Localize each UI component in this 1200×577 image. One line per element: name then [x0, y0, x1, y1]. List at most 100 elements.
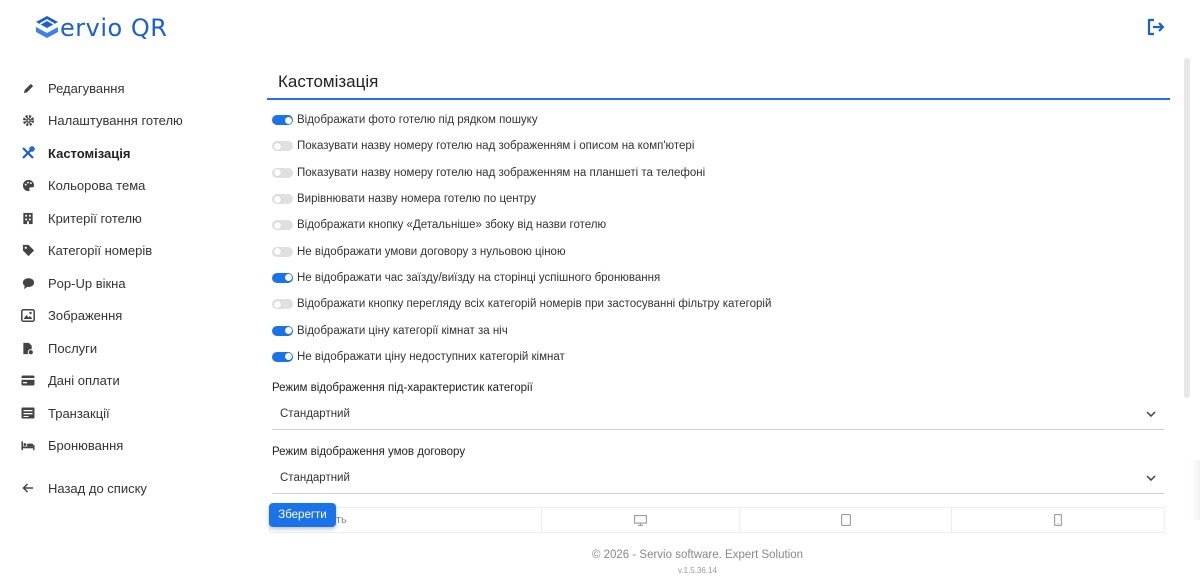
preview-device-bar: ть — [269, 507, 1165, 533]
options-list: Відображати фото готелю під рядком пошук… — [267, 107, 1170, 370]
bed-icon — [21, 439, 35, 453]
sidebar-item-label: Категорії номерів — [48, 243, 153, 259]
save-button[interactable]: Зберегти — [269, 503, 336, 527]
contract-terms-mode-group: Режим відображення умов договору Стандар… — [267, 444, 1170, 494]
select-value: Стандартний — [280, 472, 350, 485]
edge-shadow — [1190, 460, 1200, 520]
toggle-switch[interactable] — [272, 351, 293, 362]
image-icon — [21, 309, 35, 323]
toggle-switch[interactable] — [272, 299, 293, 310]
sidebar-item-label: Кольорова тема — [48, 178, 146, 194]
option-label: Вирівнювати назву номера готелю по центр… — [297, 193, 536, 206]
option-label: Показувати назву номеру готелю над зобра… — [297, 166, 706, 179]
subcharacteristics-mode-group: Режим відображення під-характеристик кат… — [267, 380, 1170, 430]
file-icon — [21, 341, 35, 355]
back-to-list-link[interactable]: Назад до списку — [0, 472, 240, 505]
sidebar-item-bookings[interactable]: Бронювання — [0, 430, 240, 463]
option-label: Відображати ціну категорії кімнат за ніч — [297, 324, 508, 337]
sidebar-item-color-theme[interactable]: Кольорова тема — [0, 170, 240, 203]
preview-tablet-tab[interactable] — [740, 508, 952, 532]
sidebar: Редагування Налаштування готелю Кастоміз… — [0, 72, 240, 505]
sidebar-item-label: Налаштування готелю — [48, 113, 183, 129]
option-label: Не відображати умови договору з нульовою… — [297, 245, 566, 258]
sidebar-item-services[interactable]: Послуги — [0, 332, 240, 365]
tag-icon — [21, 244, 35, 258]
gear-icon — [21, 114, 35, 128]
option-label: Не відображати час заїзду/виїзду на стор… — [297, 271, 661, 284]
sidebar-item-label: Зображення — [48, 308, 123, 324]
page-scrollbar[interactable] — [1184, 58, 1190, 398]
logo-mark-icon — [32, 14, 62, 42]
select-label: Режим відображення під-характеристик кат… — [272, 381, 533, 394]
sidebar-item-label: Редагування — [48, 80, 125, 96]
preview-mobile-tab[interactable] — [952, 508, 1164, 532]
sidebar-item-popup-windows[interactable]: Pop-Up вікна — [0, 267, 240, 300]
select-value: Стандартний — [280, 408, 350, 421]
select-label: Режим відображення умов договору — [272, 445, 466, 458]
main-content: Кастомізація Відображати фото готелю під… — [267, 60, 1170, 494]
option-view-all-categories[interactable]: Відображати кнопку перегляду всіх катего… — [272, 291, 1170, 317]
back-to-list-label: Назад до списку — [48, 480, 147, 496]
option-label: Відображати кнопку перегляду всіх катего… — [297, 298, 772, 311]
subcharacteristics-mode-select[interactable]: Стандартний — [272, 400, 1164, 430]
sidebar-item-room-categories[interactable]: Категорії номерів — [0, 235, 240, 268]
contract-terms-mode-select[interactable]: Стандартний — [272, 464, 1164, 494]
sidebar-item-label: Pop-Up вікна — [48, 275, 126, 291]
option-hide-checkin-time[interactable]: Не відображати час заїзду/виїзду на стор… — [272, 265, 1170, 291]
arrow-left-icon — [21, 481, 35, 495]
sidebar-item-label: Транзакції — [48, 405, 110, 421]
option-hide-zero-price-terms[interactable]: Не відображати умови договору з нульовою… — [272, 238, 1170, 264]
sidebar-item-editing[interactable]: Редагування — [0, 72, 240, 105]
app-logo[interactable]: ervio QR — [32, 14, 167, 42]
sidebar-item-label: Послуги — [48, 340, 98, 356]
toggle-switch[interactable] — [272, 325, 293, 336]
tablet-icon — [840, 514, 851, 526]
sidebar-item-label: Критерії готелю — [48, 210, 142, 226]
option-hide-unavailable-price[interactable]: Не відображати ціну недоступних категорі… — [272, 344, 1170, 370]
sidebar-item-label: Кастомізація — [48, 145, 131, 161]
sidebar-item-images[interactable]: Зображення — [0, 300, 240, 333]
option-room-name-desktop[interactable]: Показувати назву номеру готелю над зобра… — [272, 133, 1170, 159]
toggle-switch[interactable] — [272, 220, 293, 231]
sidebar-item-transactions[interactable]: Транзакції — [0, 397, 240, 430]
sidebar-item-customization[interactable]: Кастомізація — [0, 137, 240, 170]
page-title: Кастомізація — [267, 60, 1170, 100]
option-price-per-night[interactable]: Відображати ціну категорії кімнат за ніч — [272, 317, 1170, 343]
logo-text: ervio QR — [60, 14, 168, 42]
option-room-name-mobile[interactable]: Показувати назву номеру готелю над зобра… — [272, 160, 1170, 186]
tools-icon — [21, 146, 35, 160]
preview-desktop-tab[interactable] — [542, 508, 740, 532]
card-icon — [21, 374, 35, 388]
option-label: Відображати фото готелю під рядком пошук… — [297, 114, 538, 127]
sidebar-item-hotel-settings[interactable]: Налаштування готелю — [0, 105, 240, 138]
desktop-icon — [634, 514, 647, 526]
sidebar-item-payment-data[interactable]: Дані оплати — [0, 365, 240, 398]
option-show-hotel-photo[interactable]: Відображати фото готелю під рядком пошук… — [272, 107, 1170, 133]
sidebar-item-label: Дані оплати — [48, 373, 120, 389]
receipt-icon — [21, 406, 35, 420]
option-label: Не відображати ціну недоступних категорі… — [297, 350, 565, 363]
chevron-down-icon — [1146, 475, 1156, 482]
toggle-switch[interactable] — [272, 194, 293, 205]
logout-button[interactable] — [1146, 17, 1166, 37]
sidebar-item-label: Бронювання — [48, 438, 124, 454]
pencil-icon — [21, 81, 35, 95]
footer-version: v.1.5.36.14 — [678, 566, 717, 575]
comment-icon — [21, 276, 35, 290]
toggle-switch[interactable] — [272, 141, 293, 152]
chevron-down-icon — [1146, 411, 1156, 418]
logout-icon — [1147, 18, 1165, 36]
option-center-room-name[interactable]: Вирівнювати назву номера готелю по центр… — [272, 186, 1170, 212]
option-label: Відображати кнопку «Детальніше» збоку ві… — [297, 219, 607, 232]
toggle-switch[interactable] — [272, 246, 293, 257]
footer-copyright: © 2026 - Servio software. Expert Solutio… — [591, 549, 804, 561]
sidebar-item-hotel-criteria[interactable]: Критерії готелю — [0, 202, 240, 235]
option-label: Показувати назву номеру готелю над зобра… — [297, 140, 695, 153]
toggle-switch[interactable] — [272, 167, 293, 178]
option-details-button[interactable]: Відображати кнопку «Детальніше» збоку ві… — [272, 212, 1170, 238]
building-icon — [21, 211, 35, 225]
palette-icon — [21, 179, 35, 193]
mobile-icon — [1054, 514, 1062, 526]
toggle-switch[interactable] — [272, 272, 293, 283]
toggle-switch[interactable] — [272, 115, 293, 126]
